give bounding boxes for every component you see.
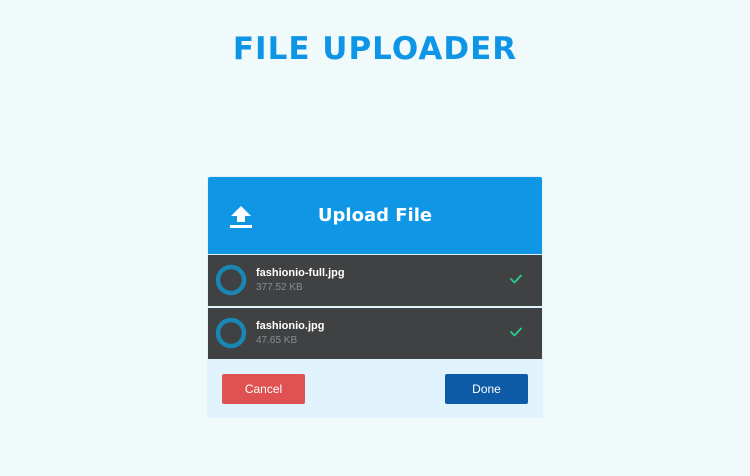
check-icon xyxy=(510,327,522,337)
file-name: fashionio-full.jpg xyxy=(256,267,345,279)
file-name: fashionio.jpg xyxy=(256,320,325,332)
page-title: FILE UPLOADER xyxy=(232,31,518,67)
file-row[interactable]: fashionio.jpg 47.65 KB xyxy=(208,308,542,359)
file-size: 47.65 KB xyxy=(256,335,298,346)
done-button[interactable]: Done xyxy=(445,374,528,404)
progress-ring-icon xyxy=(215,317,247,349)
file-row[interactable]: fashionio-full.jpg 377.52 KB xyxy=(208,255,542,306)
cancel-button[interactable]: Cancel xyxy=(222,374,305,404)
upload-title: Upload File xyxy=(317,205,433,226)
progress-ring-icon xyxy=(215,264,247,296)
check-icon xyxy=(510,274,522,284)
page: FILE UPLOADER Upload File fashionio-full… xyxy=(0,0,750,476)
upload-card: Upload File fashionio-full.jpg 377.52 KB… xyxy=(207,176,543,418)
upload-header: Upload File xyxy=(208,177,542,254)
file-size: 377.52 KB xyxy=(256,282,303,293)
